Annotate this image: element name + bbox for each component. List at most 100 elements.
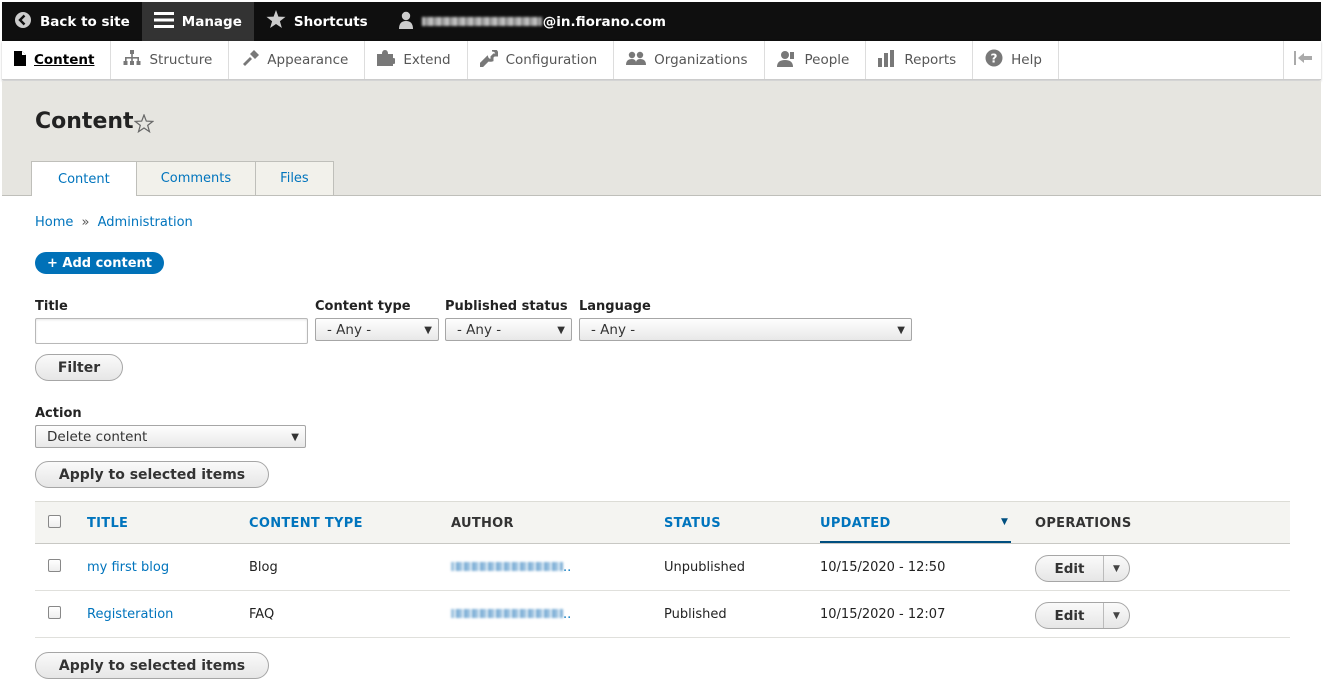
tray-item-label: People: [804, 52, 850, 68]
tray-item-label: Extend: [403, 52, 451, 68]
manage-label: Manage: [181, 13, 242, 30]
svg-text:?: ?: [991, 52, 998, 66]
manage-button[interactable]: Manage: [141, 2, 254, 41]
filter-button[interactable]: Filter: [35, 354, 123, 381]
column-title[interactable]: TITLE: [87, 516, 128, 531]
author-ellipsis: ..: [563, 607, 572, 622]
tray-item-label: Help: [1011, 52, 1042, 68]
puzzle-icon: [377, 50, 403, 70]
apply-selected-button-top[interactable]: Apply to selected items: [35, 461, 269, 488]
operations-toggle-chevron-icon[interactable]: ▼: [1104, 556, 1129, 581]
content-table-header: TITLE CONTENT TYPE AUTHOR STATUS UPDATED…: [35, 501, 1290, 544]
language-select[interactable]: - Any - ▼: [579, 318, 912, 341]
published-status-select[interactable]: - Any - ▼: [445, 318, 572, 341]
operations-toggle-chevron-icon[interactable]: ▼: [1104, 603, 1129, 628]
tray-item-extend[interactable]: Extend: [365, 41, 468, 79]
collapse-left-icon: [1293, 51, 1312, 69]
content-type-value: - Any -: [327, 321, 372, 338]
breadcrumb-separator: »: [81, 215, 90, 230]
shortcuts-label: Shortcuts: [293, 13, 368, 30]
paintbrush-icon: [241, 50, 267, 70]
user-account-button[interactable]: @in.fiorano.com: [386, 2, 678, 43]
back-to-site-link[interactable]: Back to site: [2, 2, 142, 41]
tray-item-label: Appearance: [267, 52, 349, 68]
tray-item-label: Reports: [904, 52, 957, 68]
column-status[interactable]: STATUS: [664, 516, 721, 531]
content-type-select[interactable]: - Any - ▼: [315, 318, 439, 341]
tray-item-content[interactable]: Content: [2, 41, 112, 79]
sort-desc-icon: ▼: [1001, 517, 1008, 527]
tray-orientation-toggle[interactable]: [1283, 41, 1321, 79]
add-shortcut-star-icon[interactable]: [133, 113, 155, 137]
language-label: Language: [579, 299, 651, 314]
row-author-link[interactable]: ..: [451, 560, 571, 575]
chevron-down-icon: ▼: [424, 325, 432, 336]
row-checkbox[interactable]: [48, 559, 61, 572]
tray-item-reports[interactable]: Reports: [866, 41, 974, 79]
bar-chart-icon: [878, 49, 904, 71]
breadcrumb-administration[interactable]: Administration: [98, 215, 193, 230]
active-sort-underline: [820, 541, 1011, 543]
published-status-label: Published status: [445, 299, 568, 314]
breadcrumb-home[interactable]: Home: [35, 215, 73, 230]
add-content-button[interactable]: + Add content: [35, 252, 164, 274]
table-row: Registeration FAQ .. Published 10/15/202…: [35, 591, 1290, 638]
published-status-value: - Any -: [457, 321, 502, 338]
tab-comments[interactable]: Comments: [135, 161, 257, 195]
breadcrumb: Home » Administration: [35, 215, 193, 230]
user-icon: [398, 11, 422, 33]
table-row: my first blog Blog .. Unpublished 10/15/…: [35, 544, 1290, 591]
tab-content[interactable]: Content: [31, 161, 137, 196]
admin-toolbar: Back to site Manage Shortcuts @in.fioran…: [2, 2, 1321, 43]
row-operations-dropbutton: Edit ▼: [1035, 555, 1130, 582]
action-select[interactable]: Delete content ▼: [35, 425, 306, 448]
column-content-type[interactable]: CONTENT TYPE: [249, 516, 363, 531]
column-author: AUTHOR: [451, 516, 514, 531]
title-filter-input[interactable]: [35, 318, 308, 344]
tray-item-label: Configuration: [505, 52, 598, 68]
row-title-link[interactable]: Registeration: [87, 607, 173, 622]
admin-menu-tray: Content Structure Appearance Extend Conf…: [2, 41, 1321, 80]
tray-item-label: Content: [34, 52, 95, 68]
tray-item-help[interactable]: ? Help: [973, 41, 1059, 79]
wrench-icon: [478, 48, 506, 71]
action-value: Delete content: [47, 428, 148, 445]
tray-item-configuration[interactable]: Configuration: [468, 41, 615, 79]
content-type-label: Content type: [315, 299, 411, 314]
column-operations: OPERATIONS: [1035, 516, 1132, 531]
shortcuts-button[interactable]: Shortcuts: [254, 2, 380, 41]
row-status: Published: [664, 607, 727, 622]
title-filter-label: Title: [35, 299, 68, 314]
tray-item-appearance[interactable]: Appearance: [229, 41, 366, 79]
tab-files[interactable]: Files: [255, 161, 334, 195]
blurred-author-name: [451, 609, 563, 618]
author-ellipsis: ..: [563, 560, 572, 575]
tray-item-people[interactable]: People: [765, 41, 867, 79]
tray-item-label: Organizations: [654, 52, 748, 68]
column-updated[interactable]: UPDATED: [820, 516, 891, 531]
row-updated: 10/15/2020 - 12:07: [820, 607, 946, 622]
blurred-username: [421, 17, 542, 26]
select-all-checkbox[interactable]: [48, 515, 61, 528]
people-icon: [776, 50, 805, 71]
hamburger-icon: [153, 11, 182, 32]
page-header: Content Content Comments Files: [2, 81, 1321, 196]
chevron-down-icon: ▼: [557, 325, 565, 336]
action-label: Action: [35, 406, 82, 421]
apply-selected-button-bottom[interactable]: Apply to selected items: [35, 652, 269, 679]
help-icon: ?: [985, 49, 1011, 71]
edit-button[interactable]: Edit: [1036, 603, 1104, 628]
row-updated: 10/15/2020 - 12:50: [820, 560, 946, 575]
row-content-type: Blog: [249, 560, 278, 575]
row-status: Unpublished: [664, 560, 745, 575]
row-title-link[interactable]: my first blog: [87, 560, 169, 575]
user-email-domain: @in.fiorano.com: [542, 13, 666, 30]
row-author-link[interactable]: ..: [451, 607, 571, 622]
tray-item-structure[interactable]: Structure: [111, 41, 230, 79]
row-checkbox[interactable]: [48, 606, 61, 619]
edit-button[interactable]: Edit: [1036, 556, 1104, 581]
chevron-down-icon: ▼: [291, 432, 299, 443]
chevron-down-icon: ▼: [897, 325, 905, 336]
tray-item-organizations[interactable]: Organizations: [614, 41, 765, 79]
back-to-site-label: Back to site: [40, 13, 130, 30]
